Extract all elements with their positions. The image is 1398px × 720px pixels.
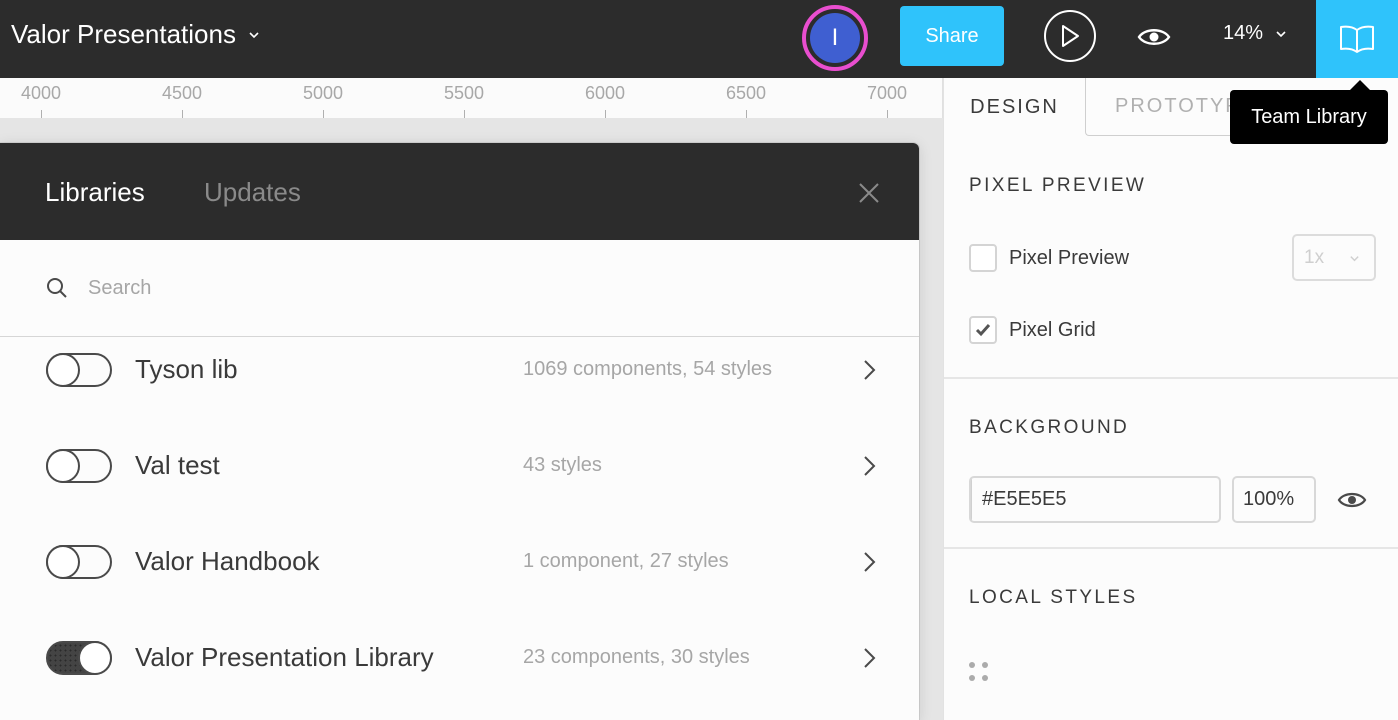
chevron-down-icon [249,31,259,38]
ruler-tick-label: 4500 [161,83,203,103]
pixel-preview-heading: PIXEL PREVIEW [969,175,1147,196]
ruler-tick: 6000 [565,78,645,118]
book-icon [1340,25,1374,53]
ruler-tick-label: 4000 [20,83,62,103]
library-row[interactable]: Val test 43 styles [0,434,919,530]
top-toolbar: Valor Presentations I Share 14% [0,0,1398,78]
share-button[interactable]: Share [900,6,1004,66]
present-button[interactable] [1044,10,1096,62]
pixel-grid-label: Pixel Grid [1009,319,1096,341]
search-icon [47,278,67,298]
play-icon [1062,25,1079,47]
ruler-tick-label: 7000 [866,83,908,103]
library-row[interactable]: Tyson lib 1069 components, 54 styles [0,338,919,434]
library-toggle[interactable] [46,353,112,387]
library-name: Val test [135,450,220,480]
drag-handle-icon[interactable] [969,662,989,682]
ruler-tick-label: 6000 [584,83,626,103]
libraries-modal: Libraries Updates Tyson lib 1069 compone… [0,143,919,720]
local-styles-heading: LOCAL STYLES [969,587,1138,608]
checkmark-icon [975,324,991,337]
team-library-button[interactable] [1316,0,1398,78]
tab-libraries[interactable]: Libraries [45,177,145,208]
ruler-tick: 5000 [283,78,363,118]
file-title-menu[interactable]: Valor Presentations [11,19,260,50]
library-toggle[interactable] [46,545,112,579]
search-row [0,240,919,337]
ruler-tick: 7000 [847,78,927,118]
tab-updates[interactable]: Updates [204,177,301,208]
background-heading: BACKGROUND [969,417,1130,438]
view-button[interactable] [1136,22,1172,52]
chevron-down-icon [1350,256,1359,262]
chevron-right-icon[interactable] [860,646,878,670]
chevron-down-icon [1276,30,1286,37]
search-input[interactable] [88,270,788,306]
scale-value: 1x [1304,246,1325,268]
team-library-tooltip: Team Library [1230,80,1388,144]
divider [944,377,1398,379]
ruler-tick-label: 6500 [725,83,767,103]
ruler-tick-label: 5500 [443,83,485,103]
library-toggle[interactable] [46,449,112,483]
ruler-tick: 5500 [424,78,504,118]
modal-header: Libraries Updates [0,143,919,240]
horizontal-ruler: 4000 4500 5000 5500 6000 6500 7000 [0,78,943,118]
pixel-grid-checkbox[interactable] [969,316,997,344]
close-icon [859,183,879,203]
ruler-tick: 4000 [1,78,81,118]
background-opacity-input[interactable]: 100% [1232,476,1316,523]
library-meta: 1 component, 27 styles [523,550,729,572]
eye-icon[interactable] [1337,488,1367,512]
library-toggle[interactable] [46,641,112,675]
properties-panel: DESIGN PROTOTYPE PIXEL PREVIEW Pixel Pre… [943,78,1398,720]
library-name: Tyson lib [135,354,238,384]
pixel-preview-checkbox[interactable] [969,244,997,272]
background-hex-input[interactable] [972,478,1219,521]
avatar-initial: I [810,13,860,63]
chevron-right-icon[interactable] [860,550,878,574]
close-button[interactable] [856,180,882,206]
eye-icon [1137,29,1171,45]
ruler-tick: 4500 [142,78,222,118]
user-avatar[interactable]: I [802,5,868,71]
zoom-dropdown[interactable]: 14% [1223,22,1287,45]
library-meta: 43 styles [523,454,602,476]
pixel-preview-scale-select[interactable]: 1x [1292,234,1376,281]
chevron-right-icon[interactable] [860,454,878,478]
file-title: Valor Presentations [11,19,236,49]
ruler-tick: 6500 [706,78,786,118]
library-row[interactable]: Valor Presentation Library 23 components… [0,626,919,720]
pixel-preview-label: Pixel Preview [1009,247,1130,269]
ruler-tick-label: 5000 [302,83,344,103]
library-meta: 1069 components, 54 styles [523,358,773,380]
divider [944,547,1398,549]
library-row[interactable]: Valor Handbook 1 component, 27 styles [0,530,919,626]
background-color-field [969,476,1221,523]
library-name: Valor Presentation Library [135,642,434,672]
zoom-level: 14% [1223,22,1264,44]
chevron-right-icon[interactable] [860,358,878,382]
library-name: Valor Handbook [135,546,320,576]
library-meta: 23 components, 30 styles [523,646,750,668]
tab-design[interactable]: DESIGN [944,78,1085,136]
